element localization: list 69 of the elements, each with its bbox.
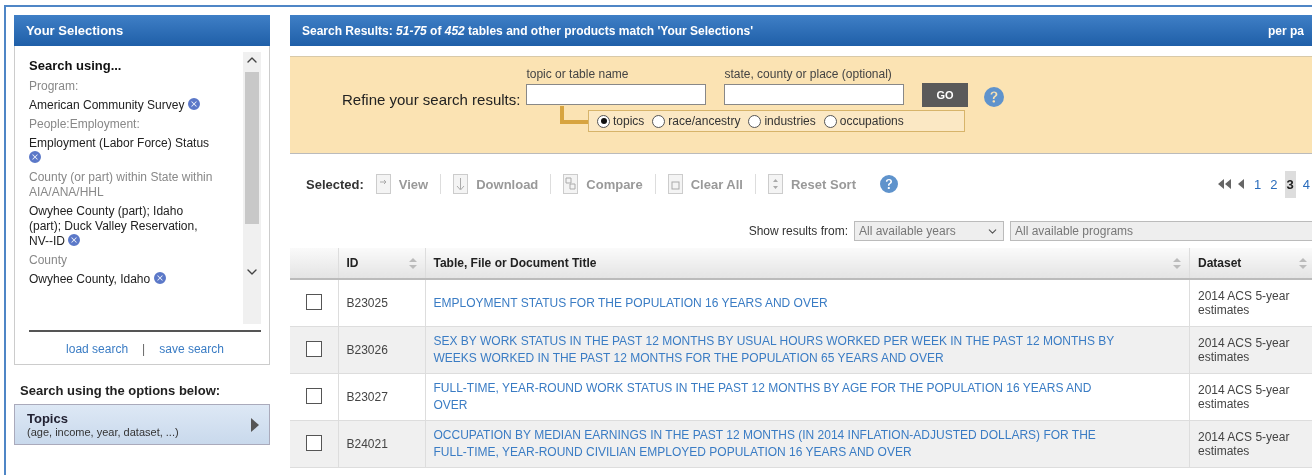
download-icon [453,174,469,194]
separator: | [142,342,146,356]
search-field[interactable] [526,84,707,105]
selection-label: County [29,253,69,268]
results-summary: Search Results: 51-75 of 452 tables and other products match 'Your Selections' [302,23,753,38]
table-cell: 2014 ACS 5-year estimates [1198,430,1290,458]
row-checkbox[interactable] [305,387,322,404]
radio-option[interactable]: race/ancestry [652,114,741,128]
row-checkbox[interactable] [305,293,322,310]
remove-icon[interactable] [187,98,200,110]
section-heading: Search using... [29,58,123,73]
selection-label: Program: [29,79,80,94]
triangle-icon [251,417,259,432]
panel-header: Your Selections [14,15,270,46]
topics-button[interactable]: Topics (age, income, year, dataset, ...) [14,404,270,445]
table-title-link[interactable]: FULL-TIME, YEAR-ROUND WORK STATUS IN THE PAST 12 MONTHS BY AGE FOR THE POPULATION 16 YEARS AND OVER [433,380,1121,414]
page-link[interactable]: 3 [1284,170,1296,198]
row-checkbox[interactable] [305,434,322,451]
table-title-link[interactable]: EMPLOYMENT STATUS FOR THE POPULATION 16 YEARS AND OVER [433,294,1121,312]
selection-value: American Community Survey [29,98,213,113]
scrollbar[interactable] [243,52,261,324]
remove-icon[interactable] [29,151,41,163]
compare-icon [563,174,579,194]
go-button[interactable]: GO [922,83,968,107]
filter-label: Show results from: [748,224,848,238]
table-cell: 2014 ACS 5-year estimates [1198,336,1290,364]
toolbar-label: Selected: [306,176,364,192]
radio-option[interactable]: occupations [823,114,904,128]
remove-icon[interactable] [68,234,81,246]
field-label: state, county or place (optional) [724,67,893,81]
table-title-link[interactable]: OCCUPATION BY MEDIAN EARNINGS IN THE PAST 12 MONTHS (IN 2014 INFLATION-ADJUSTED DOLLARS) FOR THE FULL-TIME, YEAR-ROUND CIVILIAN EMPLOYED POPULATION 16 YEARS AND OVER [433,427,1121,461]
field-label: topic or table name [526,67,630,81]
selection-value: Owyhee County, Idaho [29,272,213,287]
column-header[interactable]: ID [346,256,359,270]
filter-select[interactable]: All available programs [1010,221,1312,241]
table-cell: B23026 [346,343,388,357]
help-icon[interactable] [879,175,898,193]
table-title-link[interactable]: SEX BY WORK STATUS IN THE PAST 12 MONTHS BY USUAL HOURS WORKED PER WEEK IN THE PAST 12 MONTHS BY WEEKS WORKED IN THE PAST 12 MONTHS FOR THE POPULATION 65 YEARS AND OVER [433,333,1121,367]
search-field[interactable] [724,84,905,105]
selection-label: People:Employment: [29,117,141,132]
radio-option[interactable]: topics [597,114,645,128]
table-cell: 2014 ACS 5-year estimates [1198,289,1290,317]
document-icon [375,174,391,194]
save-search-link[interactable]: save search [159,342,224,356]
row-checkbox[interactable] [305,340,322,357]
filter-select[interactable]: All available years [854,221,1004,241]
page-link[interactable]: 2 [1268,170,1280,198]
table-cell: B23025 [346,296,388,310]
radio-option[interactable]: industries [748,114,816,128]
selection-label: County (or part) within State within AIA/ANA/HHL [29,170,213,200]
column-header[interactable]: Table, File or Document Title [433,256,597,270]
column-header[interactable]: Dataset [1198,256,1242,270]
table-cell: B23027 [346,390,388,404]
first-page-icon[interactable] [1218,179,1233,189]
table-cell: B24021 [346,437,388,451]
remove-icon[interactable] [153,272,166,284]
selection-value: Employment (Labor Force) Status [29,136,213,166]
clear-icon [667,174,683,194]
scroll-thumb[interactable] [245,72,259,224]
page-link[interactable]: 4 [1300,170,1312,198]
refine-label: Refine your search results: [342,91,521,108]
help-icon[interactable] [983,87,1004,107]
per-page-label: per pa [1268,23,1304,38]
table-cell: 2014 ACS 5-year estimates [1198,383,1290,411]
sort-icon [767,174,783,194]
options-heading: Search using the options below: [20,383,222,398]
page-link[interactable]: 1 [1252,170,1264,198]
load-search-link[interactable]: load search [66,342,129,356]
selection-value: Owyhee County (part); Idaho (part); Duck Valley Reservation, NV--ID [29,204,199,249]
